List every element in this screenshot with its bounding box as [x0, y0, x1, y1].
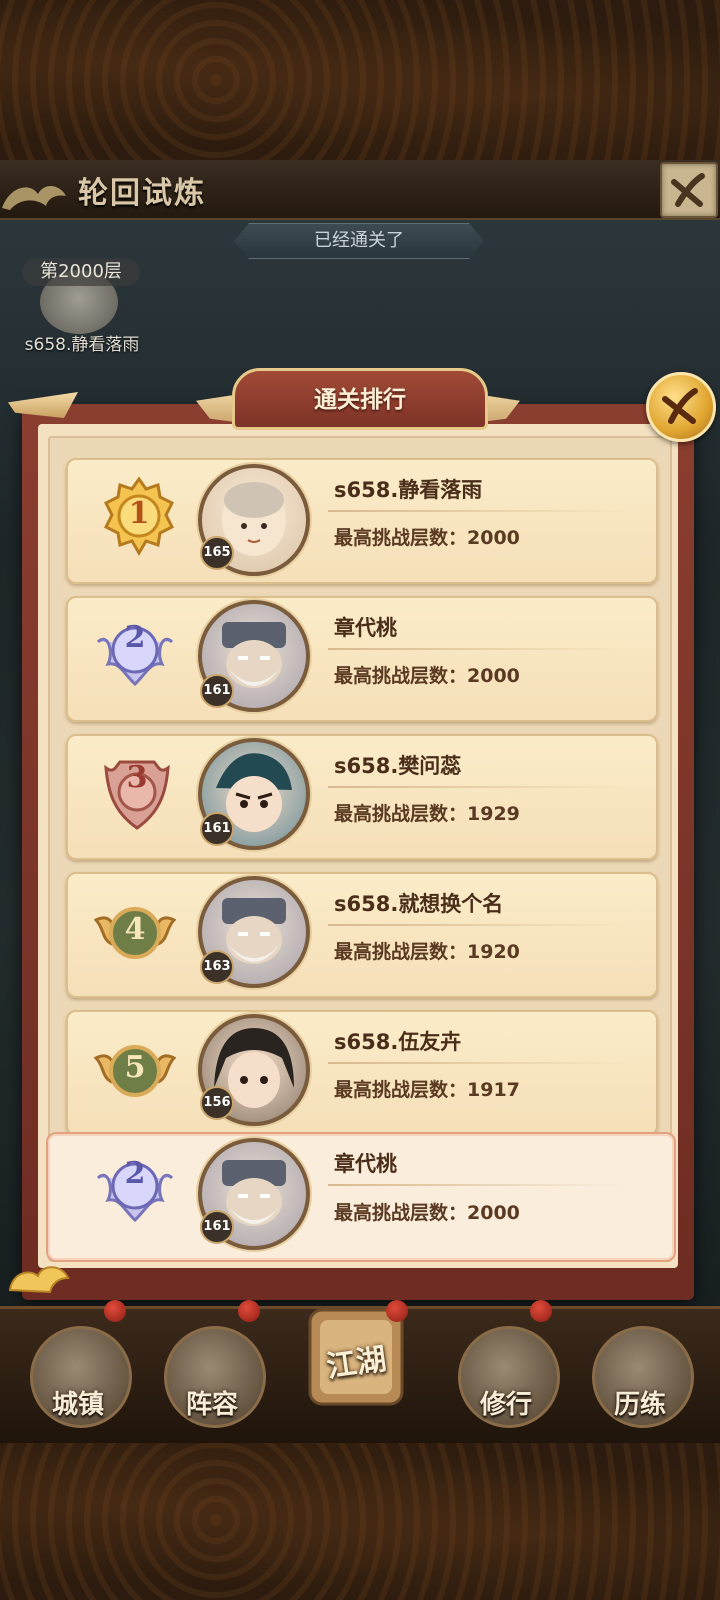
player-name: s658.伍友卉	[334, 1030, 462, 1054]
rank-number: 2	[124, 620, 146, 655]
level-badge: 156	[200, 1086, 234, 1120]
row-divider	[328, 924, 628, 926]
cloud-swirl-icon	[2, 185, 66, 210]
row-divider	[328, 786, 628, 788]
close-icon	[662, 388, 698, 424]
floor-player-name: s658.静看落雨	[24, 335, 140, 355]
player-name: s658.樊问蕊	[334, 754, 462, 778]
row-divider	[328, 1062, 628, 1064]
player-name: 章代桃	[334, 616, 397, 640]
player-score: 最高挑战层数：1920	[334, 941, 520, 963]
notification-dot	[104, 1300, 126, 1322]
rank-number: 3	[126, 760, 148, 795]
level-badge: 161	[200, 674, 234, 708]
top-background	[0, 0, 720, 160]
notification-dot	[530, 1300, 552, 1322]
level-badge: 163	[200, 950, 234, 984]
rank-number: 5	[124, 1050, 146, 1085]
player-name: 章代桃	[334, 1152, 397, 1176]
bottom-background	[0, 1440, 720, 1600]
player-name: s658.就想换个名	[334, 892, 504, 916]
cleared-status-text: 已经通关了	[314, 230, 404, 251]
player-score: 最高挑战层数：2000	[334, 1202, 520, 1224]
player-name: s658.静看落雨	[334, 478, 483, 502]
notification-dot	[238, 1300, 260, 1322]
row-divider	[328, 1184, 628, 1186]
nav-experience-label: 历练	[613, 1390, 666, 1420]
level-badge: 161	[200, 1210, 234, 1244]
level-badge: 165	[200, 536, 234, 570]
rank-number: 1	[128, 496, 150, 531]
nav-lineup-label: 阵容	[185, 1390, 238, 1420]
player-score: 最高挑战层数：2000	[334, 665, 520, 687]
rank-number: 2	[124, 1156, 146, 1191]
window-close-button[interactable]	[660, 162, 718, 218]
window-title: 轮回试炼	[78, 176, 206, 211]
row-divider	[328, 510, 628, 512]
level-badge: 161	[200, 812, 234, 846]
cloud-ornament-icon	[8, 1266, 70, 1294]
nav-training-label: 修行	[479, 1390, 532, 1420]
player-score: 最高挑战层数：1929	[334, 803, 520, 825]
panel-title: 通关排行	[314, 387, 406, 413]
notification-dot	[386, 1300, 408, 1322]
panel-close-button[interactable]	[646, 372, 716, 442]
floor-label: 第2000层	[22, 258, 140, 286]
row-divider	[328, 648, 628, 650]
nav-town-label: 城镇	[51, 1390, 104, 1420]
player-score: 最高挑战层数：2000	[334, 527, 520, 549]
rank-number: 4	[124, 912, 146, 947]
close-icon	[671, 173, 705, 207]
player-score: 最高挑战层数：1917	[334, 1079, 520, 1101]
